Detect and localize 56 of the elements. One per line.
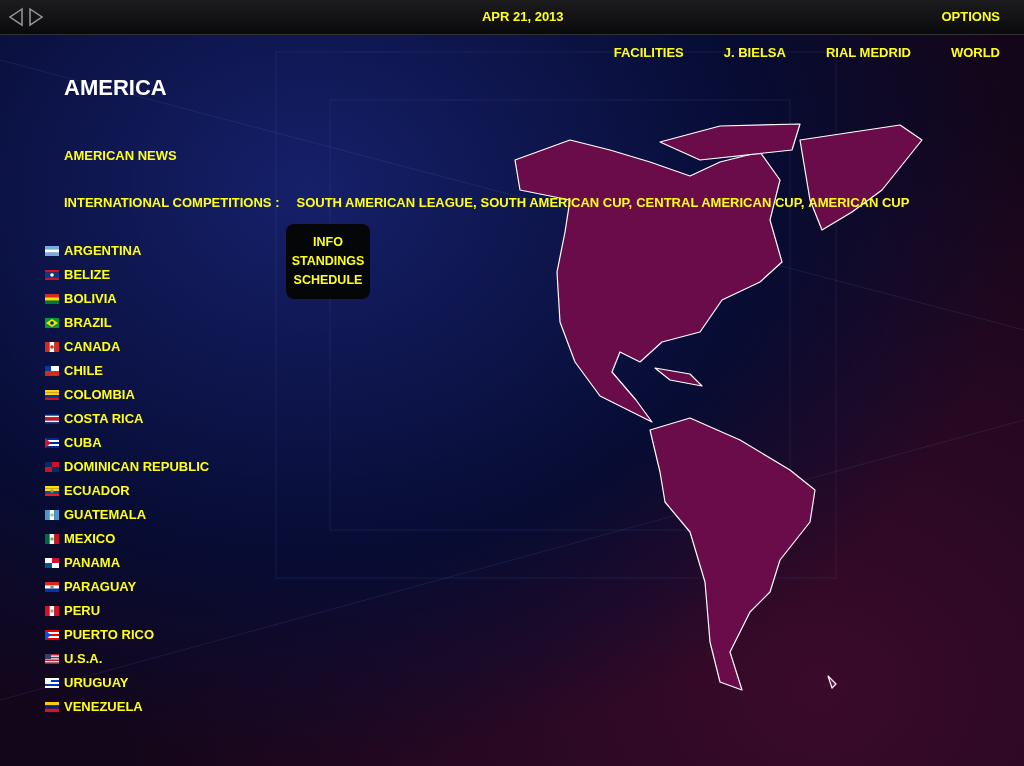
menu-item[interactable]: SCHEDULE [286,271,370,290]
flag-icon [45,461,59,472]
country-link[interactable]: PUERTO RICO [64,624,155,645]
flag-icon [45,605,59,616]
country-link[interactable]: CUBA [64,432,102,453]
competition-link[interactable]: SOUTH AMERICAN LEAGUE, [296,193,477,213]
flag-icon [45,677,59,688]
flag-icon [45,485,59,496]
country-link[interactable]: COSTA RICA [64,408,144,429]
flag-icon [45,437,59,448]
country-link[interactable]: CANADA [64,336,121,357]
region-title: AMERICA [64,73,168,102]
back-icon[interactable] [8,7,24,27]
nav-link[interactable]: J. BIELSA [723,43,786,63]
flag-icon [45,413,59,424]
news-link[interactable]: AMERICAN NEWS [64,147,177,163]
competition-link[interactable]: CENTRAL AMERICAN CUP, [636,193,805,213]
flag-icon [45,269,59,280]
options-link[interactable]: OPTIONS [941,7,1000,27]
flag-icon [45,533,59,544]
flag-icon [45,293,59,304]
country-link[interactable]: PERU [64,600,101,621]
forward-icon[interactable] [28,7,44,27]
flag-icon [45,365,59,376]
country-link[interactable]: BOLIVIA [64,288,117,309]
country-link[interactable]: ECUADOR [64,480,130,501]
flag-icon [45,389,59,400]
flag-icon [45,701,59,712]
flag-icon [45,629,59,640]
country-link[interactable]: CHILE [64,360,103,381]
country-link[interactable]: PANAMA [64,552,121,573]
menu-item[interactable]: STANDINGS [286,252,370,271]
country-link[interactable]: BRAZIL [64,312,112,333]
country-link[interactable]: BELIZE [64,264,111,285]
competitions-label: INTERNATIONAL COMPETITIONS : [64,194,280,212]
country-link[interactable]: URUGUAY [64,672,129,693]
date-label: APR 21, 2013 [481,8,564,27]
flag-icon [45,557,59,568]
country-link[interactable]: DOMINICAN REPUBLIC [64,456,210,477]
flag-icon [45,581,59,592]
flag-icon [45,653,59,664]
nav-link[interactable]: RIAL MEDRID [825,43,911,63]
flag-icon [45,341,59,352]
country-link[interactable]: COLOMBIA [64,384,135,405]
country-link[interactable]: ARGENTINA [64,240,142,261]
flag-icon [45,245,59,256]
nav-link[interactable]: FACILITIES [613,43,684,63]
country-link[interactable]: PARAGUAY [64,576,137,597]
flag-icon [45,509,59,520]
menu-item[interactable]: INFO [286,233,370,252]
country-link[interactable]: GUATEMALA [64,504,147,525]
country-link[interactable]: MEXICO [64,528,116,549]
nav-link[interactable]: WORLD [950,43,1000,63]
flag-icon [45,317,59,328]
country-link[interactable]: VENEZUELA [64,696,143,717]
country-link[interactable]: U.S.A. [64,648,103,669]
